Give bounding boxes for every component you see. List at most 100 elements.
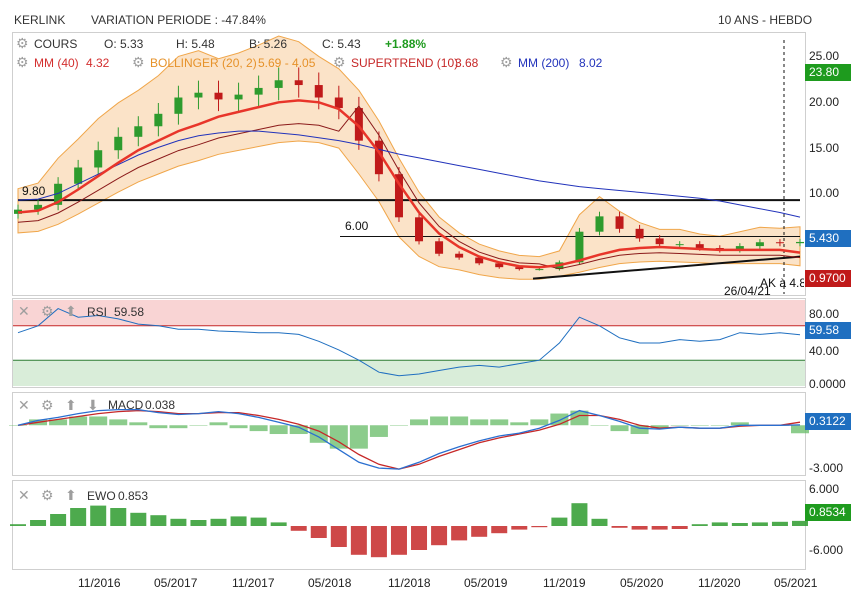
gear-icon[interactable]: ⚙ bbox=[132, 54, 145, 71]
macd-histogram-bar bbox=[249, 425, 268, 432]
ewo-bar bbox=[792, 520, 808, 526]
macd-label: MACD bbox=[108, 398, 144, 412]
candle-body bbox=[294, 80, 303, 86]
macd-histogram-bar bbox=[389, 425, 408, 426]
arrow-up-icon[interactable]: ⬆ bbox=[65, 397, 77, 414]
ewo-bar bbox=[90, 505, 107, 526]
macd-histogram-bar bbox=[89, 416, 108, 426]
ewo-bar bbox=[551, 517, 568, 526]
ewo-bar bbox=[30, 520, 47, 526]
arrow-up-icon[interactable]: ⬆ bbox=[65, 303, 77, 320]
gear-icon[interactable]: ⚙ bbox=[41, 397, 54, 414]
ewo-bar bbox=[591, 518, 608, 526]
candle-body bbox=[194, 92, 203, 98]
macd-histogram-bar bbox=[9, 425, 27, 426]
low-price-badge: 0.9700 bbox=[805, 270, 851, 287]
ewo-bar bbox=[290, 526, 307, 531]
ewo-bar bbox=[190, 520, 207, 526]
macd-histogram-bar bbox=[349, 425, 368, 449]
legend-cours: COURS bbox=[34, 37, 78, 51]
arrow-down-icon[interactable]: ⬇ bbox=[87, 397, 99, 414]
gear-icon[interactable]: ⚙ bbox=[16, 54, 29, 71]
legend-supertrend-value: 3.68 bbox=[455, 56, 479, 70]
macd-histogram-bar bbox=[209, 422, 228, 426]
macd-value: 0.038 bbox=[145, 398, 176, 412]
candle-body bbox=[274, 80, 283, 88]
ewo-bar bbox=[571, 503, 588, 526]
candle-body bbox=[675, 244, 684, 246]
ewo-bar bbox=[691, 524, 708, 526]
macd-tick: -3.000 bbox=[809, 461, 844, 475]
candle-body bbox=[455, 253, 464, 258]
rsi-oversold-zone bbox=[13, 360, 805, 386]
close-icon[interactable]: ✕ bbox=[18, 397, 30, 414]
ewo-bar bbox=[491, 526, 508, 534]
ewo-bar bbox=[411, 526, 428, 550]
ewo-bar bbox=[370, 526, 387, 558]
legend-supertrend: SUPERTREND (10) bbox=[351, 56, 459, 70]
close-icon[interactable]: ✕ bbox=[18, 487, 30, 504]
price-tick: 10.00 bbox=[809, 186, 840, 200]
x-tick: 05/2020 bbox=[620, 576, 664, 590]
price-tick: 20.00 bbox=[809, 95, 840, 109]
candle-body bbox=[114, 136, 123, 151]
candle-body bbox=[334, 97, 343, 109]
x-tick: 05/2021 bbox=[774, 576, 818, 590]
ewo-bar bbox=[511, 526, 528, 530]
rsi-value: 59.58 bbox=[114, 305, 145, 319]
legend-mm200: MM (200) bbox=[518, 56, 570, 70]
legend-open: O: 5.33 bbox=[104, 37, 144, 51]
legend-low: B: 5.26 bbox=[249, 37, 288, 51]
rsi-tick: 80.00 bbox=[809, 307, 840, 321]
macd-signal-line bbox=[17, 409, 801, 470]
ewo-bar bbox=[130, 512, 147, 526]
gear-icon[interactable]: ⚙ bbox=[41, 303, 54, 320]
gear-icon[interactable]: ⚙ bbox=[333, 54, 346, 71]
ewo-label: EWO bbox=[87, 489, 116, 503]
macd-histogram-bar bbox=[189, 425, 208, 426]
ewo-bar bbox=[50, 514, 67, 526]
ewo-bar bbox=[310, 526, 327, 538]
candle-body bbox=[314, 85, 323, 98]
macd-line bbox=[17, 408, 801, 470]
macd-histogram-bar bbox=[109, 419, 128, 426]
gear-icon[interactable]: ⚙ bbox=[16, 35, 29, 52]
ewo-bar bbox=[390, 526, 407, 555]
gear-icon[interactable]: ⚙ bbox=[500, 54, 513, 71]
close-icon[interactable]: ✕ bbox=[18, 303, 30, 320]
price-tick: 15.00 bbox=[809, 141, 840, 155]
macd-histogram-bar bbox=[490, 419, 509, 426]
ewo-bar bbox=[731, 523, 748, 526]
price-top-badge: 23.80 bbox=[805, 64, 851, 81]
gear-icon[interactable]: ⚙ bbox=[41, 487, 54, 504]
ewo-bar bbox=[10, 524, 26, 526]
candle-body bbox=[655, 238, 664, 245]
level-high-label: 9.80 bbox=[22, 184, 46, 198]
ewo-bar bbox=[110, 508, 127, 526]
ewo-bar bbox=[250, 517, 267, 526]
bollinger-band bbox=[17, 35, 801, 280]
ewo-bar bbox=[270, 522, 287, 526]
legend-bollinger: BOLLINGER (20, 2) bbox=[150, 56, 257, 70]
ewo-bar bbox=[431, 526, 448, 546]
macd-histogram-bar bbox=[690, 425, 709, 426]
candle-body bbox=[796, 241, 804, 244]
x-tick: 11/2019 bbox=[543, 576, 586, 590]
macd-histogram-bar bbox=[450, 416, 469, 426]
legend-change: +1.88% bbox=[385, 37, 427, 51]
chart-canvas bbox=[9, 35, 809, 558]
macd-histogram-bar bbox=[269, 425, 288, 435]
x-tick: 05/2017 bbox=[154, 576, 198, 590]
candle-body bbox=[94, 150, 103, 168]
candle-body bbox=[775, 242, 784, 244]
ewo-bar bbox=[631, 526, 648, 530]
legend-close: C: 5.43 bbox=[322, 37, 361, 51]
legend-mm200-value: 8.02 bbox=[579, 56, 603, 70]
x-tick: 11/2016 bbox=[78, 576, 121, 590]
candle-body bbox=[755, 242, 764, 247]
candle-body bbox=[695, 244, 704, 248]
ewo-bar bbox=[751, 522, 768, 526]
arrow-up-icon[interactable]: ⬆ bbox=[65, 487, 77, 504]
ewo-tick: -6.000 bbox=[809, 543, 844, 557]
x-tick: 11/2017 bbox=[232, 576, 275, 590]
